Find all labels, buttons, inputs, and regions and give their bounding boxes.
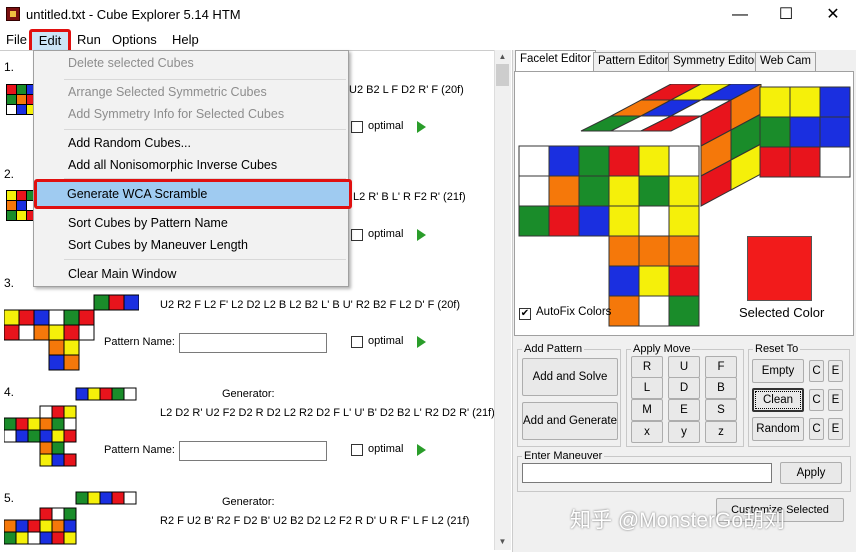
generator-text: U2 R2 F L2 F' L2 D2 L2 B L2 B2 L' B U' R…	[160, 299, 461, 311]
move-x-button[interactable]: x	[631, 421, 663, 443]
optimal-label: optimal	[368, 443, 404, 455]
add-pattern-title: Add Pattern	[522, 343, 585, 355]
play-icon[interactable]	[417, 121, 426, 133]
menu-separator	[64, 79, 346, 80]
menu-add-symmetry-info[interactable]: Add Symmetry Info for Selected Cubes	[68, 107, 284, 121]
menu-add-nonisomorphic-inverse[interactable]: Add all Nonisomorphic Inverse Cubes	[68, 158, 277, 172]
apply-move-title: Apply Move	[631, 343, 693, 355]
menu-run[interactable]: Run	[75, 31, 103, 49]
app-icon	[6, 7, 20, 21]
generator-text: L2 D2 R' U2 F2 D2 R D2 L2 R2 D2 F L' U' …	[160, 407, 495, 419]
reset-clean-button[interactable]: Clean	[752, 388, 804, 412]
cube-thumbnail[interactable]	[3, 290, 140, 376]
reset-clean-e-button[interactable]: E	[828, 389, 843, 411]
scroll-up-icon[interactable]: ▲	[494, 50, 511, 64]
vertical-scrollbar[interactable]	[494, 50, 511, 550]
pattern-name-label: Pattern Name:	[104, 444, 175, 456]
move-l-button[interactable]: L	[631, 377, 663, 399]
play-icon[interactable]	[417, 444, 426, 456]
reset-clean-c-button[interactable]: C	[809, 389, 824, 411]
reset-random-button[interactable]: Random	[752, 417, 804, 441]
move-z-button[interactable]: z	[705, 421, 737, 443]
entry-number: 1.	[4, 60, 15, 74]
move-f-button[interactable]: F	[705, 356, 737, 378]
generator-label: Generator:	[222, 388, 275, 400]
optimal-checkbox[interactable]	[351, 336, 363, 348]
move-y-button[interactable]: y	[668, 421, 700, 443]
entry-number: 3.	[4, 276, 15, 290]
tab-pattern-editor[interactable]: Pattern Editor	[593, 52, 674, 71]
play-icon[interactable]	[417, 336, 426, 348]
selected-color-label: Selected Color	[739, 305, 825, 320]
menu-clear-main-window[interactable]: Clear Main Window	[68, 267, 176, 281]
enter-maneuver-title: Enter Maneuver	[522, 450, 605, 462]
autofix-checkbox[interactable]: ✔	[519, 308, 531, 320]
move-r-button[interactable]: R	[631, 356, 663, 378]
reset-empty-c-button[interactable]: C	[809, 360, 824, 382]
add-and-generate-button[interactable]: Add and Generate	[522, 402, 618, 440]
optimal-checkbox[interactable]	[351, 121, 363, 133]
generator-text: R2 F U2 B' R2 F D2 B' U2 B2 D2 L2 F2 R D…	[160, 515, 470, 527]
move-m-button[interactable]: M	[631, 399, 663, 421]
apply-maneuver-button[interactable]: Apply	[780, 462, 842, 484]
reset-empty-e-button[interactable]: E	[828, 360, 843, 382]
maximize-button[interactable]: ☐	[768, 4, 804, 26]
tab-web-cam[interactable]: Web Cam	[755, 52, 816, 71]
watermark-text: 知乎 @MonsterGo胡刘	[570, 509, 786, 532]
tab-facelet-editor[interactable]: Facelet Editor	[515, 50, 596, 72]
cube-thumbnail[interactable]	[3, 382, 139, 478]
menu-separator	[64, 129, 346, 130]
scrollbar-thumb[interactable]	[496, 64, 509, 86]
reset-empty-button[interactable]: Empty	[752, 359, 804, 383]
cube-thumbnail[interactable]	[3, 490, 139, 548]
close-button[interactable]: ✕	[815, 4, 851, 26]
maneuver-input[interactable]	[522, 463, 772, 483]
generator-label: Generator:	[222, 496, 275, 508]
menu-help[interactable]: Help	[170, 31, 201, 49]
play-icon[interactable]	[417, 229, 426, 241]
move-u-button[interactable]: U	[668, 356, 700, 378]
optimal-checkbox[interactable]	[351, 444, 363, 456]
window-title: untitled.txt - Cube Explorer 5.14 HTM	[26, 7, 241, 22]
optimal-label: optimal	[368, 228, 404, 240]
selected-color-swatch[interactable]	[747, 236, 812, 301]
pattern-name-input[interactable]	[179, 441, 327, 461]
optimal-checkbox[interactable]	[351, 229, 363, 241]
reset-random-c-button[interactable]: C	[809, 418, 824, 440]
pattern-name-label: Pattern Name:	[104, 336, 175, 348]
move-b-button[interactable]: B	[705, 377, 737, 399]
edit-dropdown-menu: Delete selected Cubes Arrange Selected S…	[33, 50, 349, 287]
menu-add-random-cubes[interactable]: Add Random Cubes...	[68, 136, 191, 150]
reset-to-title: Reset To	[753, 343, 801, 355]
generator-text: L2 R' B L' R F2 R' (21f)	[353, 191, 466, 203]
menu-sort-by-maneuver-length[interactable]: Sort Cubes by Maneuver Length	[68, 238, 248, 252]
optimal-label: optimal	[368, 335, 404, 347]
menu-generate-wca-scramble-label: Generate WCA Scramble	[67, 187, 208, 201]
menu-delete-selected-cubes[interactable]: Delete selected Cubes	[68, 56, 194, 70]
move-d-button[interactable]: D	[668, 377, 700, 399]
menu-options[interactable]: Options	[110, 31, 159, 49]
menu-file[interactable]: File	[4, 31, 29, 49]
entry-number: 2.	[4, 167, 15, 181]
tab-symmetry-editor[interactable]: Symmetry Editor	[668, 52, 763, 71]
optimal-label: optimal	[368, 120, 404, 132]
menu-sort-by-pattern-name[interactable]: Sort Cubes by Pattern Name	[68, 216, 228, 230]
menu-generate-wca-scramble[interactable]: Generate WCA Scramble	[34, 179, 352, 209]
menu-separator	[64, 259, 346, 260]
add-and-solve-button[interactable]: Add and Solve	[522, 358, 618, 396]
minimize-button[interactable]: —	[722, 4, 758, 26]
reset-random-e-button[interactable]: E	[828, 418, 843, 440]
move-e-button[interactable]: E	[668, 399, 700, 421]
scroll-down-icon[interactable]: ▼	[494, 535, 511, 549]
generator-text: U2 B2 L F D2 R' F (20f)	[349, 84, 464, 96]
pattern-name-input[interactable]	[179, 333, 327, 353]
autofix-label: AutoFix Colors	[536, 306, 612, 318]
menu-arrange-symmetric-cubes[interactable]: Arrange Selected Symmetric Cubes	[68, 85, 267, 99]
move-s-button[interactable]: S	[705, 399, 737, 421]
